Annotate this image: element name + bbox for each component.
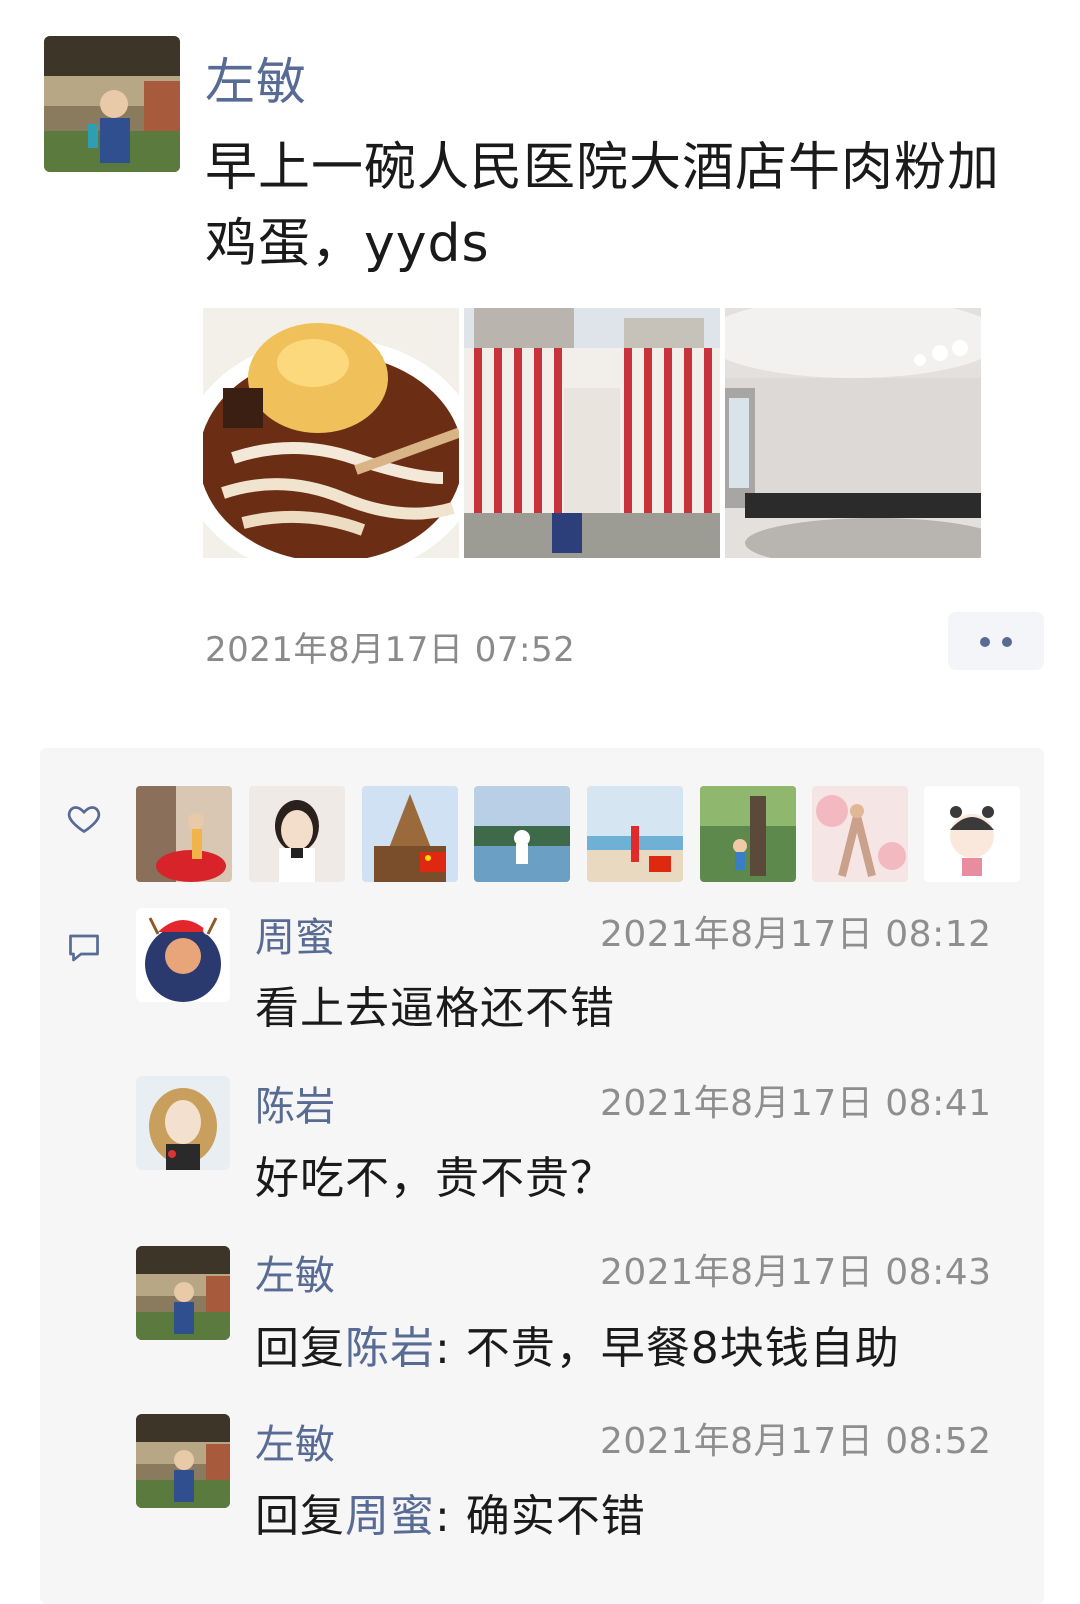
commenter-avatar[interactable] [136,1076,230,1170]
reply-prefix: 回复 [255,1491,345,1542]
like-avatar[interactable] [812,786,908,882]
like-avatar[interactable] [136,786,232,882]
comment-text: 好吃不，贵不贵？ [255,1153,615,1204]
reply-text: : 不贵，早餐8块钱自助 [435,1323,900,1374]
like-avatar[interactable] [249,786,345,882]
like-avatar[interactable] [700,786,796,882]
reply-prefix: 回复 [255,1323,345,1374]
banquet-hall-photo[interactable] [725,308,981,558]
like-avatar[interactable] [587,786,683,882]
like-avatar[interactable] [362,786,458,882]
comment-icon [66,930,102,966]
comment-timestamp: 2021年8月17日 08:12 [600,914,992,955]
hospital-hotel-building-photo[interactable] [464,308,720,558]
more-actions-button[interactable] [948,612,1044,670]
commenter-name[interactable]: 左敏 [255,1243,335,1301]
comment-text: 看上去逼格还不错 [255,983,615,1034]
comment-text: 回复陈岩: 不贵，早餐8块钱自助 [255,1312,900,1376]
beef-noodle-egg-photo[interactable] [203,308,459,558]
comment-text: 回复周蜜: 确实不错 [255,1480,646,1544]
reply-to-name[interactable]: 周蜜 [345,1491,435,1542]
like-avatar[interactable] [924,786,1020,882]
heart-icon [66,800,102,836]
reply-to-name[interactable]: 陈岩 [345,1323,435,1374]
author-avatar[interactable] [44,36,180,172]
commenter-name[interactable]: 左敏 [255,1412,335,1470]
comment-timestamp: 2021年8月17日 08:52 [600,1421,992,1462]
like-avatar[interactable] [474,786,570,882]
commenter-name[interactable]: 周蜜 [255,905,335,963]
post-timestamp: 2021年8月17日 07:52 [205,630,576,670]
commenter-avatar[interactable] [136,1246,230,1340]
reply-text: : 确实不错 [435,1491,646,1542]
commenter-avatar[interactable] [136,1414,230,1508]
comment-timestamp: 2021年8月17日 08:41 [600,1083,992,1124]
comment-timestamp: 2021年8月17日 08:43 [600,1252,992,1293]
commenter-name[interactable]: 陈岩 [255,1074,335,1132]
more-dot-icon [980,637,990,647]
post-author-name[interactable]: 左敏 [205,42,307,114]
commenter-avatar[interactable] [136,908,230,1002]
post-text: 早上一碗人民医院大酒店牛肉粉加鸡蛋，yyds [205,138,1001,274]
more-dot-icon [1002,637,1012,647]
